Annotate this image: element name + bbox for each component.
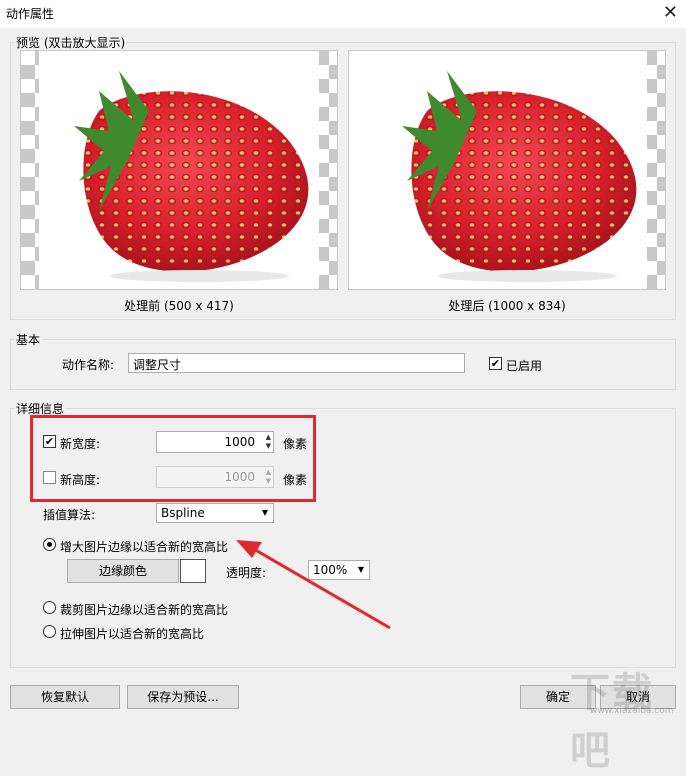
interp-label: 插值算法: — [43, 508, 96, 522]
stretch-label: 拉伸图片以适合新的宽高比 — [60, 627, 205, 641]
restore-default-button[interactable]: 恢复默认 — [10, 685, 120, 709]
preview-after-caption: 处理后 (1000 x 834) — [448, 299, 566, 313]
interp-value: Bspline — [161, 506, 205, 520]
strawberry-after-image — [402, 71, 637, 282]
stretch-radio[interactable] — [43, 625, 56, 638]
preview-legend: 预览 (双击放大显示) — [14, 34, 128, 51]
save-preset-button[interactable]: 保存为预设... — [127, 685, 239, 709]
watermark-logo: 下载吧 — [570, 670, 654, 774]
close-icon[interactable]: ✕ — [663, 2, 678, 23]
interp-dropdown[interactable]: Bspline ▼ — [156, 503, 274, 523]
preview-before[interactable] — [20, 50, 338, 290]
enabled-label: 已启用 — [506, 359, 543, 373]
highlight-annotation — [30, 415, 316, 502]
transparency-value: 100% — [313, 563, 348, 577]
preview-before-caption: 处理前 (500 x 417) — [124, 299, 234, 313]
enabled-checkbox[interactable]: ✔ — [489, 357, 502, 370]
action-name-label: 动作名称: — [62, 358, 115, 372]
preview-after[interactable] — [348, 50, 666, 290]
action-name-input[interactable]: 调整尺寸 — [128, 353, 465, 373]
transparency-dropdown[interactable]: 100% ▼ — [308, 560, 370, 580]
crop-label: 裁剪图片边缘以适合新的宽高比 — [60, 603, 229, 617]
border-color-button[interactable]: 边缘颜色 — [67, 559, 179, 583]
enlarge-label: 增大图片边缘以适合新的宽高比 — [60, 540, 229, 554]
window-title: 动作属性 — [6, 7, 55, 21]
title-bar: 动作属性 ✕ — [0, 0, 686, 28]
border-color-swatch[interactable] — [180, 559, 206, 583]
transparency-label: 透明度: — [226, 566, 267, 580]
watermark-url: www.xiazaiba.com — [590, 706, 674, 716]
enlarge-radio[interactable] — [43, 538, 56, 551]
strawberry-before-image — [74, 71, 309, 282]
chevron-down-icon: ▼ — [357, 565, 364, 574]
chevron-down-icon: ▼ — [261, 508, 268, 517]
basic-legend: 基本 — [14, 331, 43, 348]
crop-radio[interactable] — [43, 601, 56, 614]
